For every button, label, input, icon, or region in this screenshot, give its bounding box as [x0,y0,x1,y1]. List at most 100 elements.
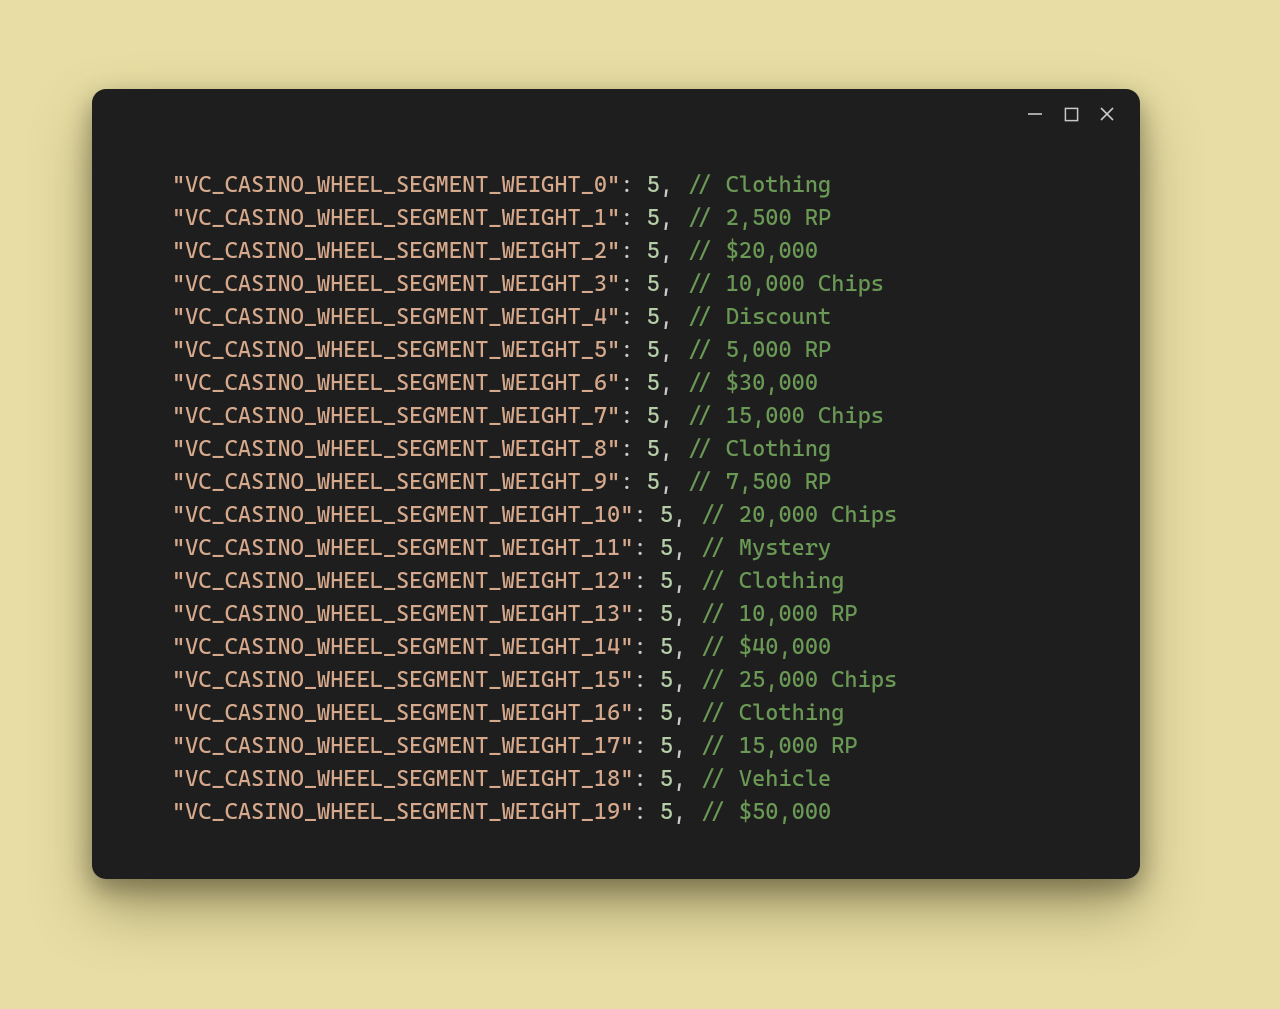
maximize-button[interactable] [1062,105,1080,123]
code-sep: : [620,172,646,198]
code-sep: : [633,535,659,561]
code-line: "VC_CASINO_WHEEL_SEGMENT_WEIGHT_9": 5, /… [172,466,1080,499]
code-value: 5 [660,502,673,528]
code-sep: : [620,271,646,297]
code-comment: // Clothing [699,568,844,594]
code-key: "VC_CASINO_WHEEL_SEGMENT_WEIGHT_13" [172,601,633,627]
code-comment: // Vehicle [699,766,831,792]
code-sep: : [633,766,659,792]
code-key: "VC_CASINO_WHEEL_SEGMENT_WEIGHT_9" [172,469,620,495]
code-line: "VC_CASINO_WHEEL_SEGMENT_WEIGHT_8": 5, /… [172,433,1080,466]
code-key: "VC_CASINO_WHEEL_SEGMENT_WEIGHT_12" [172,568,633,594]
code-value: 5 [647,304,660,330]
code-sep: : [633,568,659,594]
code-line: "VC_CASINO_WHEEL_SEGMENT_WEIGHT_2": 5, /… [172,235,1080,268]
code-sep: : [620,469,646,495]
code-comment: // $20,000 [686,238,818,264]
code-tail: , [660,337,686,363]
code-comment: // 15,000 Chips [686,403,884,429]
code-tail: , [660,469,686,495]
code-value: 5 [660,766,673,792]
editor-window: "VC_CASINO_WHEEL_SEGMENT_WEIGHT_0": 5, /… [92,89,1140,879]
code-sep: : [620,337,646,363]
close-icon [1099,106,1115,122]
code-line: "VC_CASINO_WHEEL_SEGMENT_WEIGHT_18": 5, … [172,763,1080,796]
code-tail: , [660,403,686,429]
code-line: "VC_CASINO_WHEEL_SEGMENT_WEIGHT_13": 5, … [172,598,1080,631]
code-value: 5 [660,700,673,726]
code-key: "VC_CASINO_WHEEL_SEGMENT_WEIGHT_10" [172,502,633,528]
code-comment: // 15,000 RP [699,733,857,759]
code-line: "VC_CASINO_WHEEL_SEGMENT_WEIGHT_19": 5, … [172,796,1080,829]
code-tail: , [673,700,699,726]
code-comment: // $40,000 [699,634,831,660]
code-tail: , [673,733,699,759]
code-comment: // $50,000 [699,799,831,825]
code-tail: , [673,535,699,561]
code-value: 5 [647,238,660,264]
minimize-icon [1027,106,1043,122]
maximize-icon [1064,107,1079,122]
close-button[interactable] [1098,105,1116,123]
code-value: 5 [660,634,673,660]
code-key: "VC_CASINO_WHEEL_SEGMENT_WEIGHT_6" [172,370,620,396]
code-sep: : [633,700,659,726]
code-line: "VC_CASINO_WHEEL_SEGMENT_WEIGHT_15": 5, … [172,664,1080,697]
code-sep: : [633,601,659,627]
code-comment: // Mystery [699,535,831,561]
code-value: 5 [660,799,673,825]
code-tail: , [673,634,699,660]
code-sep: : [620,304,646,330]
code-key: "VC_CASINO_WHEEL_SEGMENT_WEIGHT_14" [172,634,633,660]
code-key: "VC_CASINO_WHEEL_SEGMENT_WEIGHT_5" [172,337,620,363]
code-line: "VC_CASINO_WHEEL_SEGMENT_WEIGHT_12": 5, … [172,565,1080,598]
code-area[interactable]: "VC_CASINO_WHEEL_SEGMENT_WEIGHT_0": 5, /… [92,139,1140,869]
code-line: "VC_CASINO_WHEEL_SEGMENT_WEIGHT_3": 5, /… [172,268,1080,301]
code-key: "VC_CASINO_WHEEL_SEGMENT_WEIGHT_8" [172,436,620,462]
code-key: "VC_CASINO_WHEEL_SEGMENT_WEIGHT_19" [172,799,633,825]
code-value: 5 [660,601,673,627]
code-value: 5 [660,667,673,693]
code-key: "VC_CASINO_WHEEL_SEGMENT_WEIGHT_11" [172,535,633,561]
code-sep: : [620,370,646,396]
code-value: 5 [647,370,660,396]
code-value: 5 [647,436,660,462]
code-comment: // $30,000 [686,370,818,396]
code-comment: // Clothing [686,172,831,198]
code-comment: // Clothing [699,700,844,726]
code-comment: // 25,000 Chips [699,667,897,693]
code-tail: , [673,667,699,693]
code-key: "VC_CASINO_WHEEL_SEGMENT_WEIGHT_0" [172,172,620,198]
code-value: 5 [647,172,660,198]
code-tail: , [660,172,686,198]
code-line: "VC_CASINO_WHEEL_SEGMENT_WEIGHT_5": 5, /… [172,334,1080,367]
code-line: "VC_CASINO_WHEEL_SEGMENT_WEIGHT_11": 5, … [172,532,1080,565]
code-sep: : [633,634,659,660]
code-line: "VC_CASINO_WHEEL_SEGMENT_WEIGHT_1": 5, /… [172,202,1080,235]
code-sep: : [633,667,659,693]
code-line: "VC_CASINO_WHEEL_SEGMENT_WEIGHT_14": 5, … [172,631,1080,664]
code-key: "VC_CASINO_WHEEL_SEGMENT_WEIGHT_3" [172,271,620,297]
code-tail: , [673,799,699,825]
code-value: 5 [647,271,660,297]
code-key: "VC_CASINO_WHEEL_SEGMENT_WEIGHT_15" [172,667,633,693]
code-key: "VC_CASINO_WHEEL_SEGMENT_WEIGHT_1" [172,205,620,231]
code-tail: , [660,436,686,462]
code-value: 5 [647,403,660,429]
code-comment: // 10,000 Chips [686,271,884,297]
code-value: 5 [647,205,660,231]
code-key: "VC_CASINO_WHEEL_SEGMENT_WEIGHT_2" [172,238,620,264]
code-comment: // 7,500 RP [686,469,831,495]
code-tail: , [673,568,699,594]
code-line: "VC_CASINO_WHEEL_SEGMENT_WEIGHT_16": 5, … [172,697,1080,730]
code-key: "VC_CASINO_WHEEL_SEGMENT_WEIGHT_7" [172,403,620,429]
code-value: 5 [647,469,660,495]
code-tail: , [673,601,699,627]
code-sep: : [633,502,659,528]
code-tail: , [660,370,686,396]
code-key: "VC_CASINO_WHEEL_SEGMENT_WEIGHT_16" [172,700,633,726]
code-value: 5 [660,568,673,594]
minimize-button[interactable] [1026,105,1044,123]
code-line: "VC_CASINO_WHEEL_SEGMENT_WEIGHT_10": 5, … [172,499,1080,532]
code-sep: : [633,799,659,825]
